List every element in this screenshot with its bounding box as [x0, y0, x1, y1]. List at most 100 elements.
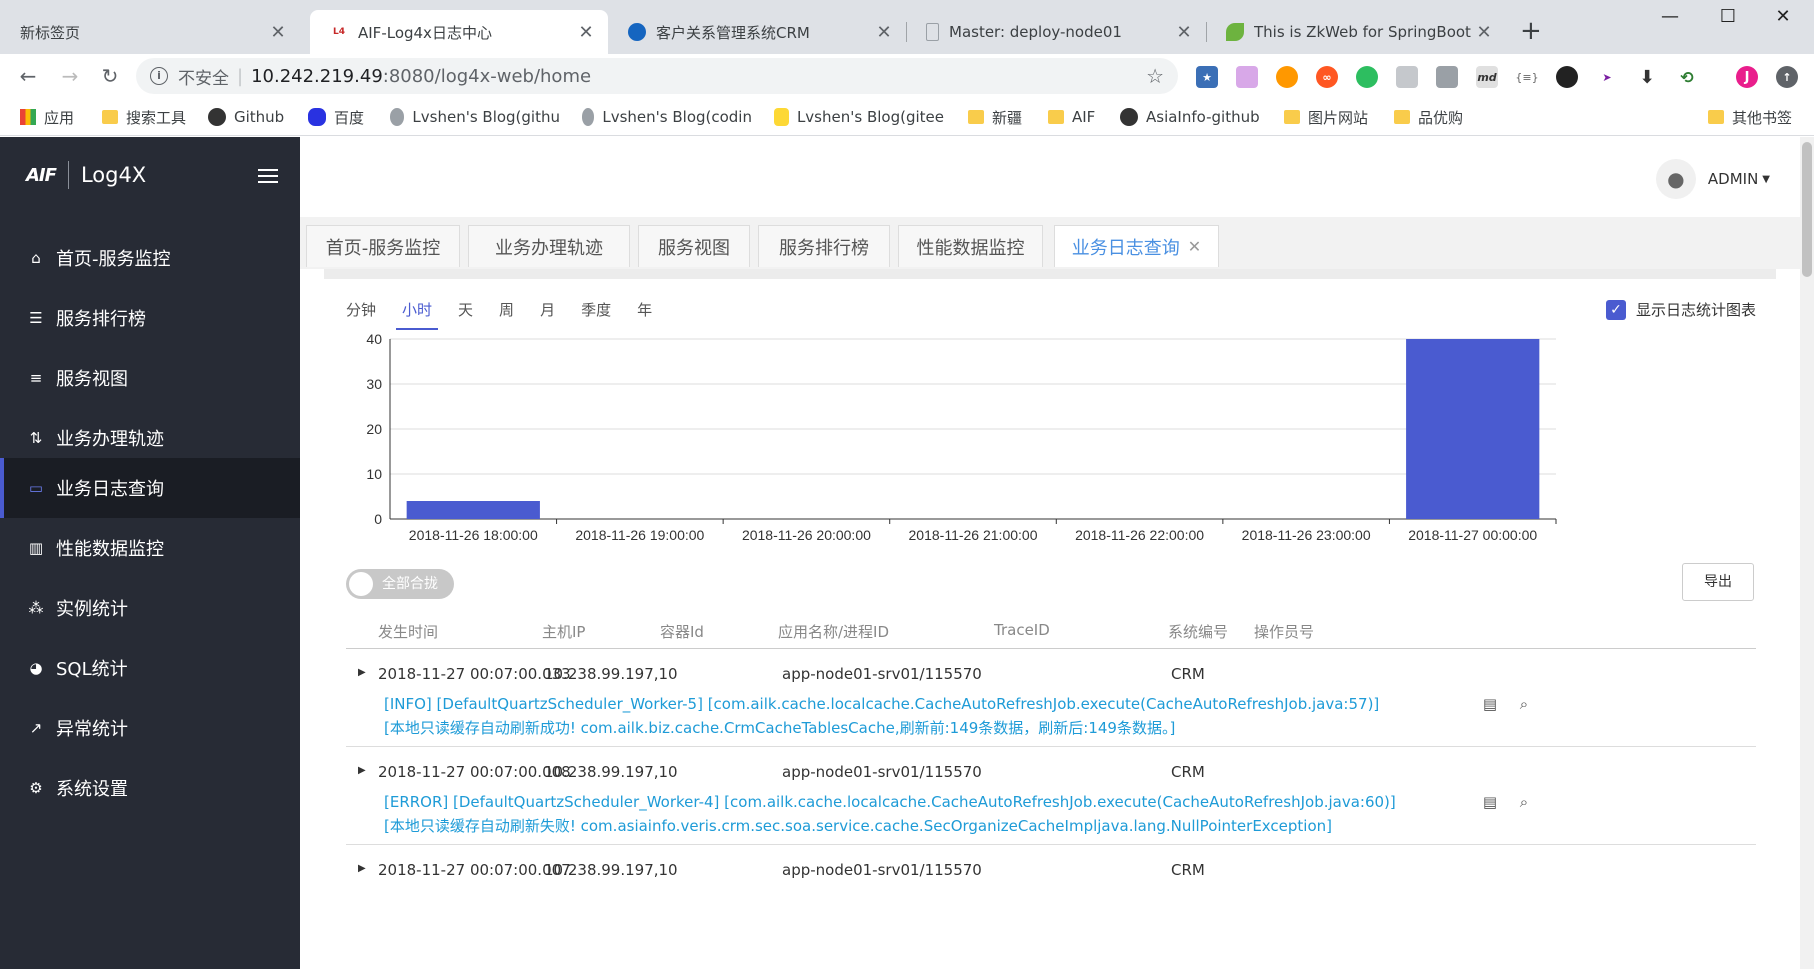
sidebar-item-performance[interactable]: ▥ 性能数据监控	[0, 518, 300, 578]
folder-icon	[1394, 110, 1410, 124]
back-icon[interactable]: ←	[14, 62, 42, 90]
granularity-week[interactable]: 周	[499, 299, 514, 330]
user-menu[interactable]: ● ADMIN ▼	[1655, 159, 1770, 199]
maximize-icon[interactable]: ☐	[1703, 6, 1753, 36]
bookmark-apps[interactable]: 应用	[20, 107, 74, 127]
x-tick-label: 2018-11-26 21:00:00	[909, 527, 1038, 543]
profile-avatar[interactable]: J	[1736, 66, 1758, 88]
collapse-all-toggle[interactable]: 全部合拢	[346, 569, 454, 599]
download-icon[interactable]: ⬇	[1636, 66, 1658, 88]
tab-service-view[interactable]: 服务视图	[638, 225, 750, 267]
browser-tab[interactable]: 新标签页 ✕	[0, 10, 300, 54]
bookmark-item[interactable]: 新疆	[968, 107, 1022, 127]
window-close-icon[interactable]: ✕	[1758, 6, 1808, 36]
url-input[interactable]: i 不安全 | 10.242.219.49 :8080/log4x-web/ho…	[136, 58, 1178, 94]
tab-performance[interactable]: 性能数据监控	[898, 225, 1043, 267]
show-chart-checkbox[interactable]: ✓ 显示日志统计图表	[1605, 299, 1756, 320]
tab-log-query[interactable]: 业务日志查询 ✕	[1054, 225, 1219, 267]
sidebar-item-service-view[interactable]: ≡ 服务视图	[0, 348, 300, 408]
granularity-quarter[interactable]: 季度	[581, 299, 611, 330]
sidebar-item-label: 首页-服务监控	[56, 249, 171, 270]
bookmark-item[interactable]: 图片网站	[1284, 107, 1368, 127]
tab-business-track[interactable]: 业务办理轨迹	[468, 225, 630, 267]
sidebar-item-home[interactable]: ⌂ 首页-服务监控	[0, 228, 300, 288]
bookmark-item[interactable]: AsiaInfo-github	[1120, 107, 1260, 127]
sidebar-item-exception-stats[interactable]: ↗ 异常统计	[0, 698, 300, 758]
bookmark-item[interactable]: AIF	[1048, 107, 1095, 127]
update-icon[interactable]: ↑	[1776, 66, 1798, 88]
bookmark-ext-icon[interactable]: ★	[1196, 66, 1218, 88]
toggle-switch[interactable]: 全部合拢	[346, 569, 454, 599]
new-tab-button[interactable]: +	[1520, 16, 1542, 46]
tree-ext-icon[interactable]	[1396, 66, 1418, 88]
expand-arrow-icon[interactable]: ▶	[358, 765, 366, 776]
sidebar-item-log-query[interactable]: ▭ 业务日志查询	[0, 458, 300, 518]
search-icon[interactable]: ⌕	[1514, 793, 1534, 813]
markdown-ext-icon[interactable]: md	[1476, 66, 1498, 88]
star-icon[interactable]: ☆	[1146, 64, 1164, 88]
detail-icon[interactable]: ▤	[1480, 793, 1500, 813]
info-icon[interactable]: i	[150, 67, 168, 85]
browser-tab[interactable]: 客户关系管理系统CRM ✕	[608, 10, 906, 54]
granularity-hour[interactable]: 小时	[396, 299, 439, 330]
forward-icon[interactable]: →	[56, 62, 84, 90]
bookmark-item[interactable]: Github	[208, 107, 284, 127]
expand-arrow-icon[interactable]: ▶	[358, 863, 366, 874]
vpn-ext-icon[interactable]: ⟲	[1676, 66, 1698, 88]
close-icon[interactable]: ✕	[1174, 22, 1194, 43]
sidebar-item-settings[interactable]: ⚙ 系统设置	[0, 758, 300, 818]
flower-ext-icon[interactable]	[1276, 66, 1298, 88]
bookmark-label: 百度	[334, 108, 365, 127]
browser-tab[interactable]: Master: deploy-node01 ✕	[906, 10, 1206, 54]
circle-ext-icon[interactable]	[1556, 66, 1578, 88]
browser-tab-active[interactable]: L4 AIF-Log4x日志中心 ✕	[310, 10, 608, 54]
sidebar-item-instance-stats[interactable]: ⁂ 实例统计	[0, 578, 300, 638]
table-row[interactable]: ▶ 2018-11-27 00:07:00.033 10.238.99.197,…	[346, 649, 1756, 747]
scrollbar-thumb[interactable]	[1802, 142, 1812, 277]
close-icon[interactable]: ✕	[576, 22, 596, 43]
bookmark-item[interactable]: 百度	[308, 107, 364, 127]
detail-icon[interactable]: ▤	[1480, 695, 1500, 715]
search-icon[interactable]: ⌕	[1514, 695, 1534, 715]
infinity-ext-icon[interactable]: ∞	[1316, 66, 1338, 88]
folder-icon	[1048, 110, 1064, 124]
folder-icon	[102, 110, 118, 124]
granularity-year[interactable]: 年	[637, 299, 652, 330]
log4x-favicon: L4	[333, 27, 345, 37]
bookmark-item[interactable]: Lvshen's Blog(codin	[582, 107, 752, 127]
browser-tab[interactable]: This is ZkWeb for SpringBoot ✕	[1206, 10, 1506, 54]
granularity-month[interactable]: 月	[540, 299, 555, 330]
json-ext-icon[interactable]: {≡}	[1515, 66, 1539, 88]
github-icon	[1120, 108, 1138, 126]
close-icon[interactable]: ✕	[1474, 22, 1494, 43]
bookmark-item[interactable]: 品优购	[1394, 107, 1463, 127]
bookmark-item[interactable]: Lvshen's Blog(gitee	[774, 107, 944, 127]
brand[interactable]: AIF Log4X	[26, 161, 146, 189]
granularity-day[interactable]: 天	[458, 299, 473, 330]
camera-ext-icon[interactable]	[1436, 66, 1458, 88]
export-button[interactable]: 导出	[1682, 563, 1754, 601]
evernote-ext-icon[interactable]	[1356, 66, 1378, 88]
x-tick-label: 2018-11-26 22:00:00	[1075, 527, 1204, 543]
bar	[1406, 339, 1540, 519]
hamburger-menu-icon[interactable]	[258, 169, 278, 183]
reload-icon[interactable]: ↻	[96, 62, 124, 90]
close-icon[interactable]: ✕	[1188, 237, 1201, 256]
extension-icon[interactable]	[1236, 66, 1258, 88]
close-icon[interactable]: ✕	[268, 22, 288, 43]
close-icon[interactable]: ✕	[874, 22, 894, 43]
sidebar-item-sql-stats[interactable]: ◕ SQL统计	[0, 638, 300, 698]
tab-service-ranking[interactable]: 服务排行榜	[758, 225, 890, 267]
tab-home[interactable]: 首页-服务监控	[306, 225, 460, 267]
sidebar-item-service-ranking[interactable]: ☰ 服务排行榜	[0, 288, 300, 348]
bookmark-other[interactable]: 其他书签	[1708, 107, 1792, 127]
bookmark-item[interactable]: 搜索工具	[102, 107, 186, 127]
expand-arrow-icon[interactable]: ▶	[358, 667, 366, 678]
table-row[interactable]: ▶ 2018-11-27 00:07:00.007 10.238.99.197,…	[346, 845, 1756, 943]
bookmark-item[interactable]: Lvshen's Blog(githu	[390, 107, 560, 127]
minimize-icon[interactable]: —	[1645, 6, 1695, 36]
table-row[interactable]: ▶ 2018-11-27 00:07:00.008 10.238.99.197,…	[346, 747, 1756, 845]
granularity-minute[interactable]: 分钟	[346, 299, 376, 330]
y-tick-label: 0	[374, 511, 382, 527]
cursor-ext-icon[interactable]: ➤	[1596, 66, 1618, 88]
